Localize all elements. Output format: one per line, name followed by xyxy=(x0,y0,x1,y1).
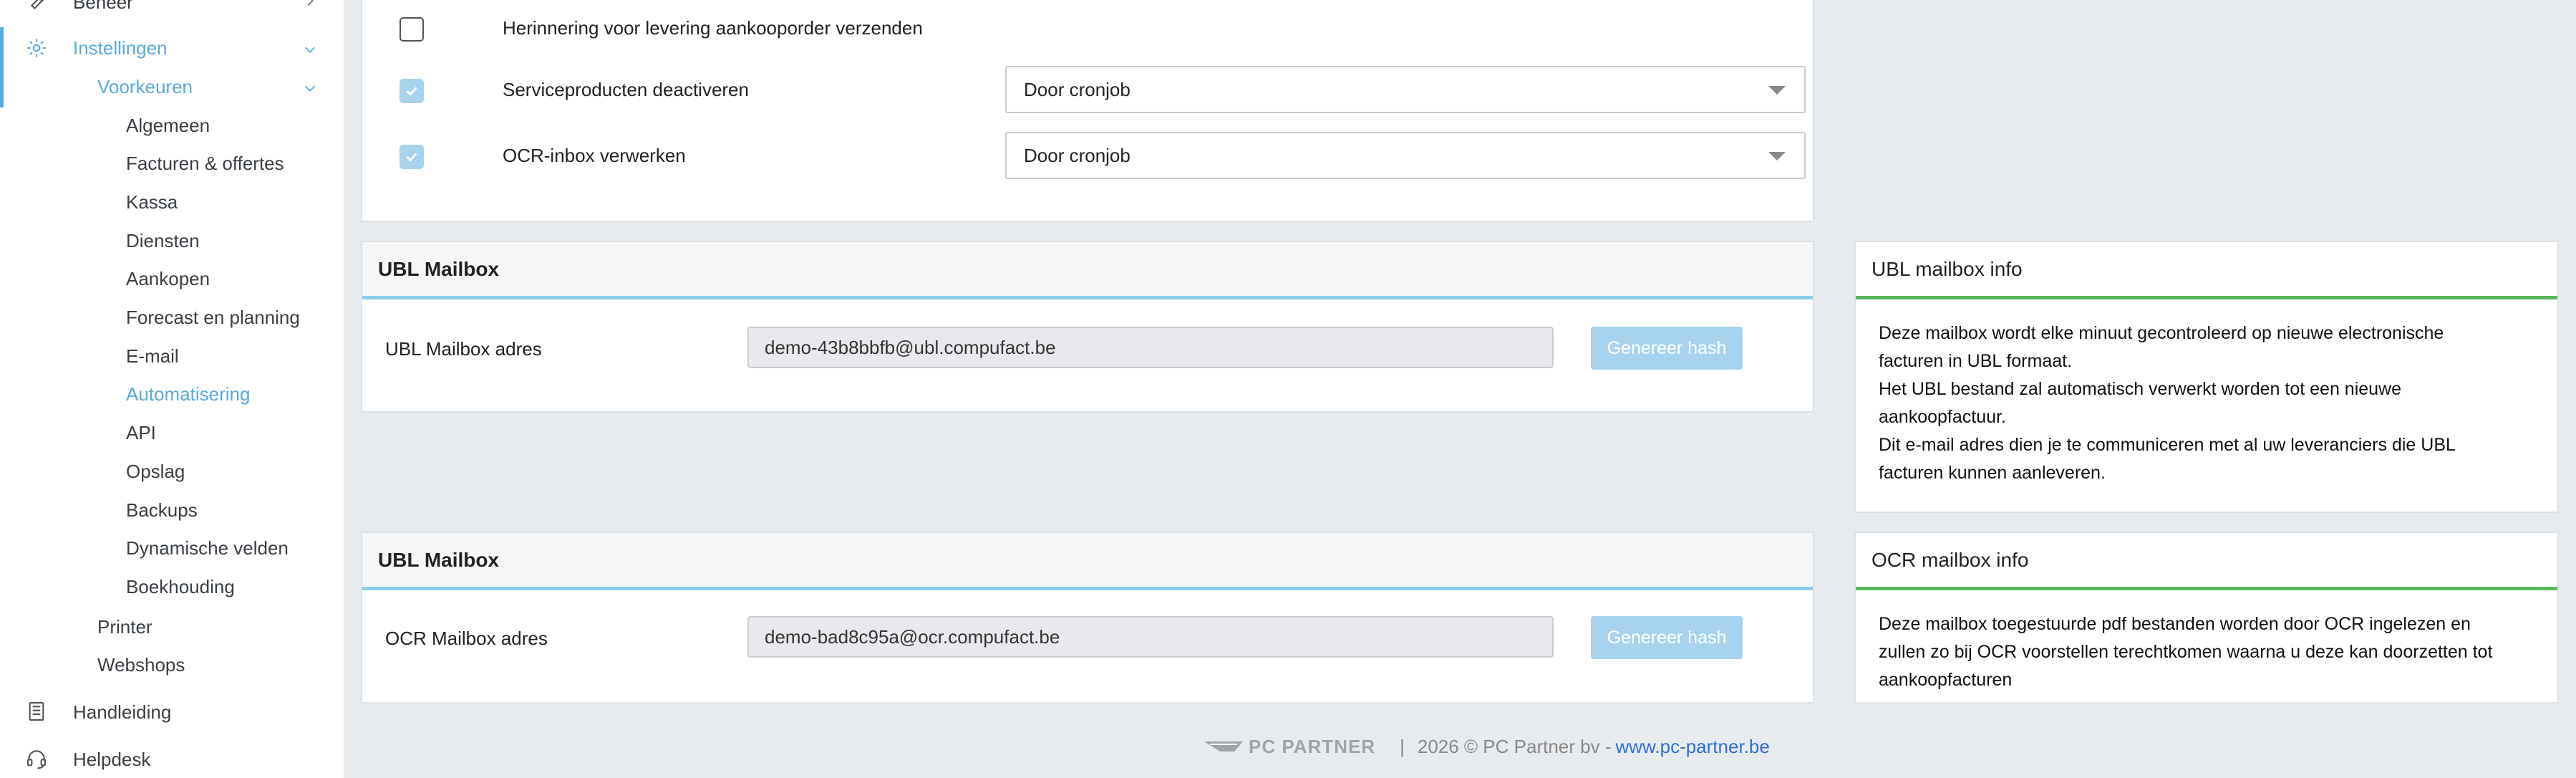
logo-text: PC PARTNER xyxy=(1249,735,1376,757)
sidebar-subitem[interactable]: Boekhouding xyxy=(0,575,344,599)
sidebar-subitem[interactable]: Algemeen xyxy=(0,113,344,138)
sidebar-subitem[interactable]: Automatisering xyxy=(0,383,344,407)
sidebar-item-webshops[interactable]: Webshops xyxy=(0,653,344,677)
card-title: UBL Mailbox xyxy=(362,533,1813,590)
info-line: aankoopfacturen xyxy=(1879,670,2013,690)
sidebar-item-label: Algemeen xyxy=(126,114,210,136)
sidebar-item-label: Automatisering xyxy=(126,383,251,405)
sidebar-item-voorkeuren[interactable]: Voorkeuren xyxy=(0,75,344,99)
sidebar: Beheer Instellingen Voorkeuren Algemeen F… xyxy=(0,0,344,778)
ubl-mailbox-label: UBL Mailbox adres xyxy=(385,338,542,360)
sidebar-item-helpdesk[interactable]: Helpdesk xyxy=(0,746,344,772)
info-title: UBL mailbox info xyxy=(1856,242,2557,299)
sidebar-subitem[interactable]: Backups xyxy=(0,498,344,522)
row-label: Herinnering voor levering aankooporder v… xyxy=(503,17,923,39)
card-title: UBL Mailbox xyxy=(362,242,1813,299)
caret-down-icon xyxy=(1768,152,1786,160)
field-value: demo-bad8c95a@ocr.compufact.be xyxy=(765,625,1060,648)
sidebar-item-label: Backups xyxy=(126,499,198,521)
sidebar-item-label: Kassa xyxy=(126,191,178,213)
sidebar-item-label: Printer xyxy=(97,615,152,638)
checkbox-purchase-order-reminder[interactable] xyxy=(400,17,424,42)
ocr-mailbox-card: UBL Mailbox OCR Mailbox adres demo-bad8c… xyxy=(361,532,1814,703)
select-deactivate-service-products[interactable]: Door cronjob xyxy=(1005,66,1806,113)
footer-website-link[interactable]: www.pc-partner.be xyxy=(1615,736,1769,758)
sidebar-item-label: Forecast en planning xyxy=(126,307,300,328)
automation-settings-card: Herinnering voor levering aankooporder v… xyxy=(361,0,1814,222)
ubl-info-text: Deze mailbox wordt elke minuut gecontrol… xyxy=(1879,320,2544,487)
sidebar-item-label: API xyxy=(126,422,156,444)
select-process-ocr-inbox[interactable]: Door cronjob xyxy=(1005,132,1806,179)
logo-mark-icon xyxy=(1204,741,1243,751)
caret-down-icon xyxy=(1768,86,1786,95)
sidebar-item-label: Voorkeuren xyxy=(97,75,193,97)
sidebar-item-label: Boekhouding xyxy=(126,575,235,597)
pc-partner-logo: PC PARTNER xyxy=(1203,736,1375,758)
sidebar-subitem[interactable]: Diensten xyxy=(0,229,344,253)
ocr-mailbox-address-field[interactable]: demo-bad8c95a@ocr.compufact.be xyxy=(747,616,1554,658)
sidebar-item-label: Webshops xyxy=(97,653,185,676)
sidebar-item-label: Helpdesk xyxy=(73,748,151,770)
ocr-info-panel: OCR mailbox info Deze mailbox toegestuur… xyxy=(1854,532,2559,703)
ubl-mailbox-card: UBL Mailbox UBL Mailbox adres demo-43b8b… xyxy=(361,241,1814,413)
select-value: Door cronjob xyxy=(1024,144,1130,166)
book-icon xyxy=(24,699,49,724)
info-line: Dit e-mail adres dien je te communiceren… xyxy=(1879,435,2456,455)
select-value: Door cronjob xyxy=(1024,78,1130,100)
sidebar-subitem[interactable]: Facturen & offertes xyxy=(0,152,344,176)
generate-hash-button[interactable]: Genereer hash xyxy=(1591,327,1743,370)
sidebar-item-beheer[interactable]: Beheer xyxy=(0,0,344,13)
sidebar-item-label: Facturen & offertes xyxy=(126,153,284,175)
generate-hash-button[interactable]: Genereer hash xyxy=(1591,616,1743,659)
footer-separator: | xyxy=(1400,735,1405,757)
sidebar-subitem[interactable]: Dynamische velden xyxy=(0,537,344,561)
sidebar-item-label: Instellingen xyxy=(73,37,168,59)
main-content: Herinnering voor levering aankooporder v… xyxy=(344,0,2576,778)
checkbox-deactivate-service-products[interactable] xyxy=(400,79,424,103)
sidebar-item-label: Dynamische velden xyxy=(126,537,289,560)
sidebar-subitem[interactable]: Opslag xyxy=(0,459,344,484)
sidebar-subitem[interactable]: Forecast en planning xyxy=(0,306,344,330)
sidebar-item-label: Diensten xyxy=(126,229,200,251)
sidebar-item-label: Aankopen xyxy=(126,268,210,290)
checkmark-icon xyxy=(406,153,417,162)
sidebar-item-label: Beheer xyxy=(73,0,133,13)
sidebar-subitem[interactable]: API xyxy=(0,421,344,446)
ocr-info-text: Deze mailbox toegestuurde pdf bestanden … xyxy=(1879,610,2552,694)
sidebar-item-handleiding[interactable]: Handleiding xyxy=(0,699,344,725)
sidebar-item-label: E-mail xyxy=(126,345,179,367)
ubl-mailbox-address-field[interactable]: demo-43b8bbfb@ubl.compufact.be xyxy=(747,327,1554,368)
chevron-right-icon xyxy=(302,0,318,7)
info-line: facturen in UBL formaat. xyxy=(1879,351,2073,371)
field-value: demo-43b8bbfb@ubl.compufact.be xyxy=(765,336,1056,358)
checkmark-icon xyxy=(406,87,417,96)
headset-icon xyxy=(24,746,49,771)
sidebar-item-label: Opslag xyxy=(126,460,185,482)
gear-icon xyxy=(24,36,49,60)
sidebar-subitem[interactable]: Kassa xyxy=(0,190,344,214)
sidebar-item-printer[interactable]: Printer xyxy=(0,615,344,639)
info-line: facturen kunnen aanleveren. xyxy=(1879,463,2106,483)
info-line: Het UBL bestand zal automatisch verwerkt… xyxy=(1879,379,2402,399)
sidebar-subitem[interactable]: E-mail xyxy=(0,344,344,368)
info-line: aankoopfactuur. xyxy=(1879,407,2006,427)
row-label: Serviceproducten deactiveren xyxy=(503,79,749,100)
info-line: Deze mailbox wordt elke minuut gecontrol… xyxy=(1879,323,2444,343)
sidebar-item-instellingen[interactable]: Instellingen xyxy=(0,36,344,60)
ubl-info-panel: UBL mailbox info Deze mailbox wordt elke… xyxy=(1854,241,2559,513)
sidebar-subitem[interactable]: Aankopen xyxy=(0,267,344,292)
info-line: Deze mailbox toegestuurde pdf bestanden … xyxy=(1879,614,2471,634)
sidebar-item-label: Handleiding xyxy=(73,701,172,723)
chevron-down-icon xyxy=(302,40,318,56)
chevron-down-icon xyxy=(302,79,318,95)
wrench-icon xyxy=(24,0,49,13)
row-label: OCR-inbox verwerken xyxy=(503,145,686,166)
info-line: zullen zo bij OCR voorstellen terechtkom… xyxy=(1879,642,2493,662)
ocr-mailbox-label: OCR Mailbox adres xyxy=(385,628,548,649)
footer: PC PARTNER | 2026 © PC Partner bv - www.… xyxy=(1203,731,1770,762)
checkbox-process-ocr-inbox[interactable] xyxy=(400,145,424,169)
footer-copyright: 2026 © PC Partner bv - xyxy=(1417,735,1612,757)
info-title: OCR mailbox info xyxy=(1856,533,2557,590)
